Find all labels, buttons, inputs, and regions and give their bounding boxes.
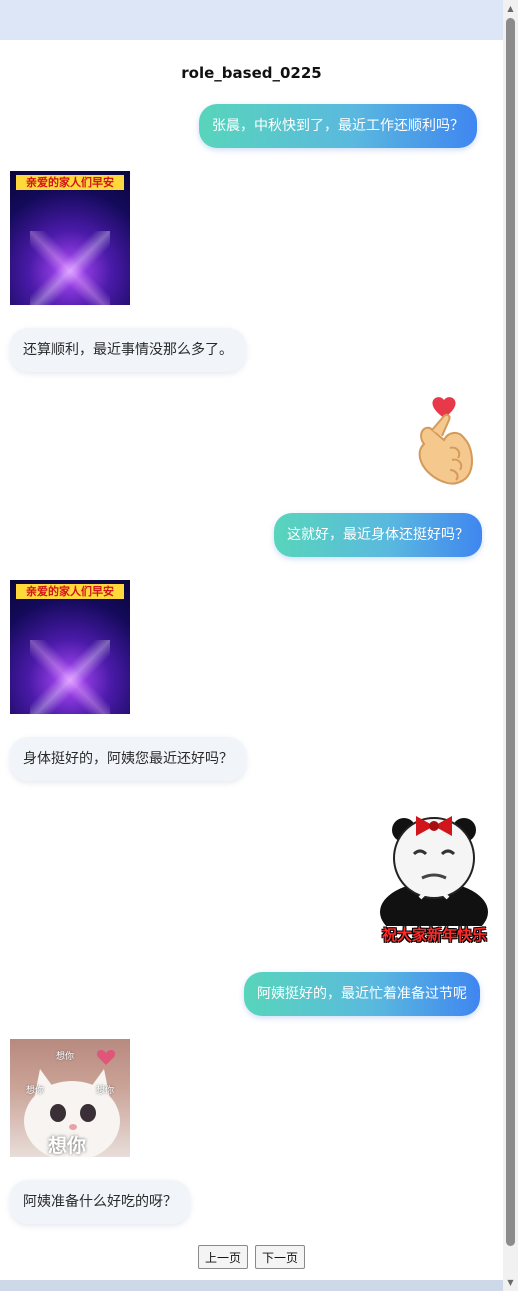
- scrollbar-thumb[interactable]: [506, 18, 515, 1246]
- scroll-up-icon[interactable]: ▲: [503, 2, 518, 16]
- cat-caption-left: 想你: [26, 1086, 45, 1096]
- greeting-card-title: 亲爱的家人们早安: [16, 584, 124, 599]
- card-light-rays: [30, 640, 110, 714]
- cat-caption-right: 想你: [96, 1086, 115, 1096]
- next-page-button[interactable]: 下一页: [255, 1245, 306, 1269]
- card-light-rays: [30, 231, 110, 305]
- message-bubble-incoming: 身体挺好的，阿姨您最近还好吗？: [10, 737, 246, 781]
- panda-caption: 祝大家新年快乐: [381, 926, 487, 944]
- cat-miss-you-sticker: 想你 想你 想你 想你: [10, 1039, 130, 1157]
- cat-caption-big: 想你: [48, 1135, 87, 1157]
- prev-page-button[interactable]: 上一页: [197, 1245, 248, 1269]
- greeting-card-title: 亲爱的家人们早安: [16, 175, 124, 190]
- panda-meme-sticker: 祝大家新年快乐: [376, 802, 493, 944]
- greeting-card-sticker: 亲爱的家人们早安: [10, 580, 130, 714]
- message-bubble-outgoing: 张晨，中秋快到了，最近工作还顺利吗？: [199, 104, 477, 148]
- message-bubble-outgoing: 这就好，最近身体还挺好吗？: [274, 513, 482, 557]
- message-bubble-incoming: 阿姨准备什么好吃的呀？: [10, 1180, 190, 1224]
- finger-heart-icon: [418, 397, 473, 485]
- bottom-footer-strip: [0, 1280, 503, 1291]
- cat-caption-top: 想你: [56, 1052, 75, 1062]
- greeting-card-sticker: 亲爱的家人们早安: [10, 171, 130, 305]
- scroll-down-icon[interactable]: ▼: [503, 1276, 518, 1290]
- pagination: 上一页 下一页: [0, 1245, 503, 1269]
- message-bubble-outgoing: 阿姨挺好的，最近忙着准备过节呢: [244, 972, 480, 1016]
- chat-title: role_based_0225: [181, 64, 322, 82]
- top-header-strip: [0, 0, 503, 40]
- message-bubble-incoming: 还算顺利，最近事情没那么多了。: [10, 328, 246, 372]
- panda-face-icon: [380, 816, 488, 926]
